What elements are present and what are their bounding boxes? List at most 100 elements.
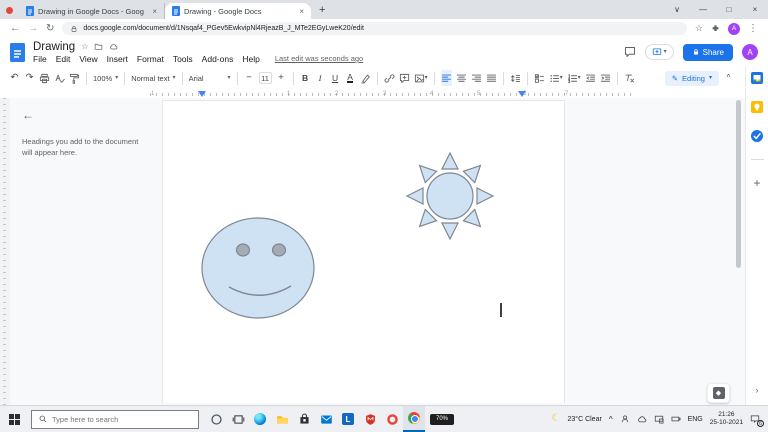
docs-logo-icon[interactable] (10, 43, 25, 62)
italic-icon[interactable]: I (315, 70, 326, 86)
browser-tab-1[interactable]: Drawing in Google Docs - Goog × (19, 3, 165, 19)
l-app-icon[interactable]: L (337, 406, 359, 432)
move-folder-icon[interactable] (94, 42, 103, 51)
highlight-color-icon[interactable] (360, 70, 371, 86)
bold-icon[interactable]: B (300, 70, 311, 86)
clock[interactable]: 21:26 25-10-2021 (710, 411, 743, 427)
battery-tray-icon[interactable] (671, 414, 681, 424)
print-icon[interactable] (39, 70, 50, 86)
right-indent-marker[interactable] (518, 91, 526, 97)
share-button[interactable]: Share (683, 44, 733, 61)
cortana-button[interactable] (205, 406, 227, 432)
chrome-icon-active[interactable] (403, 406, 425, 432)
explore-button[interactable]: ◆ (707, 383, 730, 403)
tasks-icon[interactable] (751, 130, 763, 142)
underline-icon[interactable]: U (330, 70, 341, 86)
taskbar-search[interactable] (31, 410, 199, 429)
paint-format-icon[interactable] (69, 70, 80, 86)
vertical-scrollbar[interactable] (736, 100, 741, 268)
show-hidden-icons-button[interactable]: ^ (609, 415, 613, 424)
increase-indent-icon[interactable] (600, 70, 611, 86)
decrease-indent-icon[interactable] (585, 70, 596, 86)
document-page[interactable] (162, 100, 565, 403)
file-explorer-icon[interactable] (271, 406, 293, 432)
spellcheck-icon[interactable] (54, 70, 65, 86)
hide-menus-button[interactable]: ^ (723, 70, 734, 86)
increase-font-icon[interactable]: + (276, 70, 287, 86)
menu-view[interactable]: View (79, 54, 97, 64)
insert-link-icon[interactable] (384, 70, 395, 86)
bookmark-star-icon[interactable]: ☆ (695, 24, 703, 33)
close-tab-icon[interactable]: × (299, 7, 304, 16)
microsoft-store-icon[interactable] (293, 406, 315, 432)
display-cast-icon[interactable] (654, 414, 664, 424)
star-doc-icon[interactable]: ☆ (81, 43, 88, 51)
action-center-button[interactable]: 6 (750, 414, 760, 424)
back-icon[interactable]: ← (10, 24, 20, 34)
maximize-button[interactable]: □ (716, 0, 742, 19)
browser-menu-icon[interactable]: ⋮ (748, 24, 758, 34)
minimize-button[interactable]: — (690, 0, 716, 19)
align-left-icon[interactable] (441, 70, 452, 86)
insert-image-icon[interactable]: ▾ (414, 70, 428, 86)
decrease-font-icon[interactable]: − (244, 70, 255, 86)
start-button[interactable] (3, 406, 25, 432)
security-ring-icon[interactable] (381, 406, 403, 432)
mail-icon[interactable] (315, 406, 337, 432)
keep-icon[interactable] (751, 101, 763, 113)
numbered-list-icon[interactable]: ▾ (567, 70, 581, 86)
calendar-icon[interactable] (751, 72, 763, 84)
comment-history-icon[interactable] (624, 46, 636, 58)
text-color-icon[interactable]: A (345, 70, 356, 86)
sun-drawing[interactable] (407, 153, 493, 239)
bulleted-list-icon[interactable]: ▾ (549, 70, 563, 86)
font-size-field[interactable]: 11 (259, 72, 272, 84)
paragraph-style-select[interactable]: Normal text▾ (131, 74, 175, 83)
battery-widget[interactable]: 70% (430, 414, 454, 425)
antivirus-shield-icon[interactable] (359, 406, 381, 432)
line-spacing-icon[interactable] (510, 70, 521, 86)
reload-icon[interactable]: ↻ (46, 24, 54, 34)
search-input[interactable] (52, 415, 182, 424)
moon-weather-icon[interactable]: ☾ (552, 414, 561, 424)
cloud-status-icon[interactable] (109, 42, 118, 51)
justify-icon[interactable] (486, 70, 497, 86)
close-window-button[interactable]: × (742, 0, 768, 19)
new-tab-button[interactable]: + (319, 5, 325, 16)
weather-label[interactable]: 23°C Clear (567, 416, 601, 423)
font-select[interactable]: Arial▾ (189, 74, 231, 83)
undo-icon[interactable]: ↶ (9, 70, 20, 86)
last-edit-link[interactable]: Last edit was seconds ago (275, 54, 363, 63)
extensions-icon[interactable] (711, 24, 720, 33)
redo-icon[interactable]: ↷ (24, 70, 35, 86)
browser-tab-2-active[interactable]: Drawing - Google Docs × (165, 3, 311, 19)
account-avatar[interactable]: A (742, 44, 758, 60)
clear-formatting-icon[interactable] (624, 70, 635, 86)
edge-icon[interactable] (249, 406, 271, 432)
url-field[interactable]: docs.google.com/document/d/1Nsqaf4_PGev5… (62, 22, 687, 35)
smiley-face-drawing[interactable] (202, 218, 314, 318)
close-tab-icon[interactable]: × (152, 7, 157, 16)
doc-title[interactable]: Drawing (33, 41, 75, 53)
language-indicator[interactable]: ENG (688, 416, 703, 423)
tab-search-icon[interactable]: ∨ (664, 0, 690, 19)
onedrive-icon[interactable] (637, 414, 647, 424)
left-indent-marker[interactable] (198, 91, 206, 97)
align-center-icon[interactable] (456, 70, 467, 86)
menu-tools[interactable]: Tools (173, 54, 193, 64)
menu-format[interactable]: Format (137, 54, 164, 64)
hide-side-panel-icon[interactable]: › (746, 385, 768, 395)
menu-insert[interactable]: Insert (107, 54, 128, 64)
browser-profile-avatar[interactable]: A (728, 23, 740, 35)
close-outline-icon[interactable]: ← (22, 107, 140, 124)
add-comment-icon[interactable] (399, 70, 410, 86)
editing-mode-select[interactable]: ✎ Editing ▾ (665, 71, 719, 86)
get-addons-icon[interactable]: + (753, 177, 760, 189)
present-to-meeting-button[interactable]: ▾ (645, 44, 674, 60)
forward-icon[interactable]: → (28, 24, 38, 34)
zoom-select[interactable]: 100%▾ (93, 74, 118, 83)
align-right-icon[interactable] (471, 70, 482, 86)
menu-addons[interactable]: Add-ons (202, 54, 234, 64)
checklist-icon[interactable] (534, 70, 545, 86)
menu-help[interactable]: Help (242, 54, 259, 64)
